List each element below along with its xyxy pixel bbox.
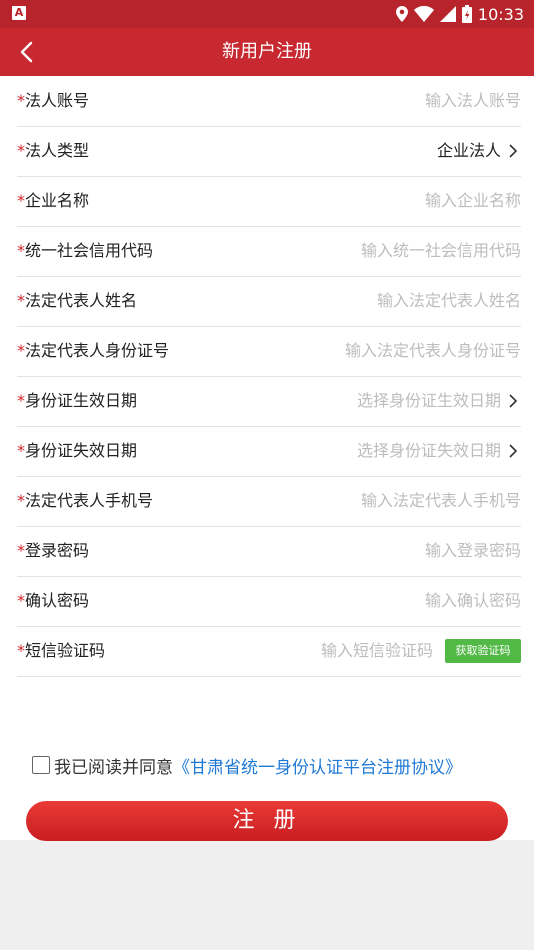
status-bar: A 10:33 — [0, 0, 534, 28]
field-label-text: 确认密码 — [25, 591, 90, 610]
agreement-text: 我已阅读并同意 — [54, 757, 173, 778]
field-label: *法人账号 — [17, 76, 89, 126]
field-label-text: 法定代表人手机号 — [25, 491, 154, 510]
field-label: *法定代表人姓名 — [17, 276, 137, 326]
field-label: *企业名称 — [17, 176, 89, 226]
company-name-input[interactable]: 输入企业名称 — [425, 176, 521, 226]
required-mark: * — [17, 341, 25, 360]
field-label-text: 企业名称 — [25, 191, 90, 210]
field-label-text: 身份证生效日期 — [25, 391, 138, 410]
field-legal-type[interactable]: *法人类型 企业法人 — [17, 126, 521, 177]
status-icons: 10:33 — [395, 3, 524, 25]
id-end-date-picker[interactable]: 选择身份证失效日期 — [357, 426, 521, 476]
field-label: *法定代表人手机号 — [17, 476, 153, 526]
field-label-text: 短信验证码 — [25, 641, 106, 660]
credit-code-input[interactable]: 输入统一社会信用代码 — [361, 226, 521, 276]
chevron-right-icon — [509, 394, 518, 408]
page-title: 新用户注册 — [222, 41, 312, 62]
required-mark: * — [17, 491, 25, 510]
field-label: *法人类型 — [17, 126, 89, 176]
field-label: *身份证生效日期 — [17, 376, 137, 426]
field-confirm-password[interactable]: *确认密码 输入确认密码 — [17, 576, 521, 627]
field-label: *统一社会信用代码 — [17, 226, 153, 276]
field-label-text: 身份证失效日期 — [25, 441, 138, 460]
legal-type-select[interactable]: 企业法人 — [437, 126, 521, 176]
field-rep-name[interactable]: *法定代表人姓名 输入法定代表人姓名 — [17, 276, 521, 327]
chevron-right-icon — [509, 144, 518, 158]
required-mark: * — [17, 191, 25, 210]
field-id-start-date[interactable]: *身份证生效日期 选择身份证生效日期 — [17, 376, 521, 427]
registration-form: *法人账号 输入法人账号 *法人类型 企业法人 *企业名称 输入企业名称 *统一… — [0, 76, 534, 840]
chevron-right-icon — [509, 444, 518, 458]
field-credit-code[interactable]: *统一社会信用代码 输入统一社会信用代码 — [17, 226, 521, 277]
field-label: *登录密码 — [17, 526, 89, 576]
field-legal-account[interactable]: *法人账号 输入法人账号 — [17, 76, 521, 127]
required-mark: * — [17, 641, 25, 660]
required-mark: * — [17, 391, 25, 410]
field-sms-code[interactable]: *短信验证码 输入短信验证码 获取验证码 — [17, 626, 521, 677]
field-id-end-date[interactable]: *身份证失效日期 选择身份证失效日期 — [17, 426, 521, 477]
field-label: *法定代表人身份证号 — [17, 326, 169, 376]
field-rep-id[interactable]: *法定代表人身份证号 输入法定代表人身份证号 — [17, 326, 521, 377]
wifi-icon — [413, 6, 434, 22]
field-label-text: 法定代表人姓名 — [25, 291, 138, 310]
agreement-link[interactable]: 《甘肃省统一身份认证平台注册协议》 — [173, 753, 462, 778]
required-mark: * — [17, 591, 25, 610]
field-company-name[interactable]: *企业名称 输入企业名称 — [17, 176, 521, 227]
location-icon — [395, 6, 408, 22]
agreement-checkbox[interactable] — [32, 756, 50, 774]
field-label-text: 登录密码 — [25, 541, 90, 560]
required-mark: * — [17, 141, 25, 160]
required-mark: * — [17, 291, 25, 310]
login-password-input[interactable]: 输入登录密码 — [425, 526, 521, 576]
get-sms-code-button[interactable]: 获取验证码 — [445, 639, 521, 663]
field-login-password[interactable]: *登录密码 输入登录密码 — [17, 526, 521, 577]
sms-code-input[interactable]: 输入短信验证码 — [321, 626, 433, 676]
legal-type-value: 企业法人 — [436, 141, 501, 160]
rep-id-input[interactable]: 输入法定代表人身份证号 — [345, 326, 521, 376]
field-label-text: 统一社会信用代码 — [25, 241, 154, 260]
field-label: *短信验证码 — [17, 626, 105, 676]
field-label-text: 法人类型 — [25, 141, 90, 160]
rep-name-input[interactable]: 输入法定代表人姓名 — [377, 276, 521, 326]
id-start-date-placeholder: 选择身份证生效日期 — [356, 391, 501, 410]
id-end-date-placeholder: 选择身份证失效日期 — [356, 441, 501, 460]
confirm-password-input[interactable]: 输入确认密码 — [425, 576, 521, 626]
field-label-text: 法定代表人身份证号 — [25, 341, 170, 360]
field-label: *确认密码 — [17, 576, 89, 626]
legal-account-input[interactable]: 输入法人账号 — [425, 76, 521, 126]
register-button[interactable]: 注 册 — [26, 801, 508, 841]
required-mark: * — [17, 441, 25, 460]
title-bar: 新用户注册 — [0, 28, 534, 76]
signal-icon — [439, 6, 456, 22]
field-label-text: 法人账号 — [25, 91, 90, 110]
agreement-row: 我已阅读并同意 《甘肃省统一身份认证平台注册协议》 — [32, 752, 462, 778]
chevron-left-icon — [20, 41, 33, 63]
field-label: *身份证失效日期 — [17, 426, 137, 476]
clock: 10:33 — [477, 4, 524, 24]
notification-icon: A — [12, 6, 26, 20]
rep-phone-input[interactable]: 输入法定代表人手机号 — [361, 476, 521, 526]
required-mark: * — [17, 241, 25, 260]
required-mark: * — [17, 91, 25, 110]
field-rep-phone[interactable]: *法定代表人手机号 输入法定代表人手机号 — [17, 476, 521, 527]
battery-icon — [461, 5, 472, 23]
back-button[interactable] — [8, 34, 44, 70]
id-start-date-picker[interactable]: 选择身份证生效日期 — [357, 376, 521, 426]
required-mark: * — [17, 541, 25, 560]
